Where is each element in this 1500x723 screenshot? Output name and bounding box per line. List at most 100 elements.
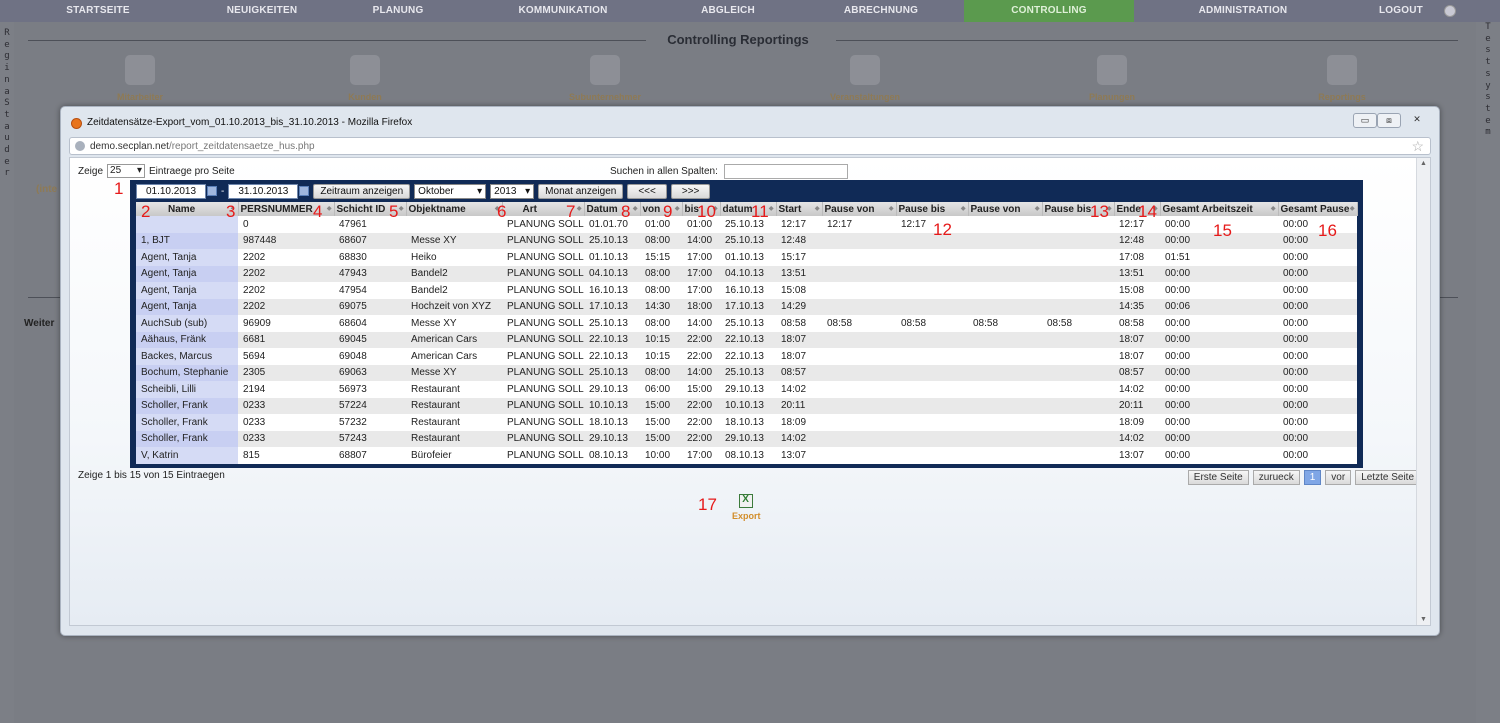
table-cell (968, 430, 1042, 447)
table-row[interactable]: Bochum, Stephanie 2305 69063 Messe XY PLANUN… (136, 364, 1357, 381)
column-header[interactable]: Datum ◆ (584, 202, 641, 216)
table-row[interactable]: V, Katrin 815 68807 Bürofeier PLANUNG SOLL 08… (136, 447, 1357, 464)
vertical-scrollbar[interactable]: ▲ ▼ (1416, 158, 1430, 625)
table-cell: Hochzeit von XYZ (406, 298, 502, 315)
sort-icon[interactable]: ◆ (815, 205, 820, 212)
nav-item-neuigkeiten[interactable]: NEUIGKEITEN (196, 0, 328, 22)
table-cell: PLANUNG SOLL (502, 414, 584, 431)
sort-icon[interactable]: ◆ (633, 205, 638, 212)
column-header[interactable]: Objektname ◆ (406, 202, 503, 216)
table-row[interactable]: Agent, Tanja 2202 47954 Bandel2 PLANUNG SOLL… (136, 282, 1357, 299)
sort-icon[interactable]: ◆ (399, 205, 404, 212)
sort-icon[interactable]: ◆ (1035, 205, 1040, 212)
table-row[interactable]: 1, BJT 987448 68607 Messe XY PLANUNG SOLL 25.… (136, 232, 1357, 249)
nav-item-administration[interactable]: ADMINISTRATION (1134, 0, 1352, 22)
globe-icon[interactable] (1444, 5, 1456, 17)
table-cell: 2202 (238, 265, 334, 282)
scroll-down-icon[interactable]: ▼ (1420, 616, 1427, 623)
calendar-icon[interactable] (207, 186, 217, 196)
nav-item-kommunikation[interactable]: KOMMUNIKATION (468, 0, 658, 22)
sort-icon[interactable]: ◆ (889, 205, 894, 212)
search-input[interactable] (723, 164, 848, 179)
table-cell: Bandel2 (406, 265, 502, 282)
nav-item-startseite[interactable]: STARTSEITE (0, 0, 196, 22)
export-action[interactable]: Export (732, 494, 761, 521)
scroll-up-icon[interactable]: ▲ (1420, 160, 1427, 167)
table-cell: 25.10.13 (720, 364, 776, 381)
background-kunden-icon (350, 55, 380, 85)
sort-icon[interactable]: ◆ (675, 205, 680, 212)
site-identity-icon[interactable] (75, 141, 85, 151)
next-page-button[interactable]: vor (1325, 470, 1352, 485)
table-row[interactable]: Agent, Tanja 2202 69075 Hochzeit von XYZ PLA… (136, 298, 1357, 315)
background-planungen-icon (1097, 55, 1127, 85)
sort-icon[interactable]: ◆ (1350, 205, 1355, 212)
table-cell: 00:00 (1160, 348, 1278, 365)
excel-export-icon[interactable] (739, 494, 754, 508)
table-row[interactable]: Scholler, Frank 0233 57243 Restaurant PLANUN… (136, 430, 1357, 447)
nav-item-controlling[interactable]: CONTROLLING (964, 0, 1134, 22)
first-page-button[interactable]: Erste Seite (1187, 470, 1249, 485)
column-header[interactable]: Start ◆ (776, 202, 823, 216)
column-header[interactable]: Name ▲ (136, 202, 239, 216)
weiter-link[interactable]: Weiter (24, 318, 54, 329)
year-select[interactable]: 2013 (490, 183, 535, 199)
show-month-button[interactable]: Monat anzeigen (538, 183, 624, 199)
background-subunternehmer-label: Subunternehmer (568, 92, 641, 102)
nav-item-abgleich[interactable]: ABGLEICH (658, 0, 798, 22)
nav-item-abrechnung[interactable]: ABRECHNUNG (798, 0, 964, 22)
nav-item-logout[interactable]: LOGOUT (1352, 0, 1450, 22)
calendar-icon[interactable] (299, 186, 310, 196)
nav-item-planung[interactable]: PLANUNG (328, 0, 468, 22)
table-cell: Scholler, Frank (136, 414, 238, 431)
top-navigation: STARTSEITE NEUIGKEITEN PLANUNG KOMMUNIKATIO… (0, 0, 1500, 22)
next-period-button[interactable]: >>> (670, 183, 711, 199)
table-row[interactable]: AuchSub (sub) 96909 68604 Messe XY PLANUNG S… (136, 315, 1357, 332)
page-length-select[interactable]: 25 (107, 164, 146, 178)
table-cell: 00:00 (1278, 265, 1357, 282)
column-header[interactable]: Pause bis ◆ (896, 202, 969, 216)
table-cell: PLANUNG SOLL (502, 282, 584, 299)
column-header[interactable]: Pause von ◆ (968, 202, 1043, 216)
table-cell: 08:58 (822, 315, 896, 332)
column-header[interactable]: Gesamt Pause ◆ (1278, 202, 1358, 216)
previous-page-button[interactable]: zurueck (1252, 470, 1300, 485)
column-header[interactable]: Pause von ◆ (822, 202, 897, 216)
table-row[interactable]: Scholler, Frank 0233 57232 Restaurant PLANUN… (136, 414, 1357, 431)
sort-icon[interactable]: ◆ (577, 205, 582, 212)
sort-icon[interactable]: ◆ (961, 205, 966, 212)
close-button[interactable]: ✕ (1403, 113, 1431, 128)
show-range-button[interactable]: Zeitraum anzeigen (313, 183, 411, 199)
export-label[interactable]: Export (732, 511, 761, 521)
month-select[interactable]: Oktober (414, 183, 487, 199)
table-cell: 13:07 (1114, 447, 1160, 464)
bookmark-star-icon[interactable]: ☆ (1411, 138, 1424, 155)
maximize-button[interactable]: ⧈ (1377, 113, 1401, 128)
table-cell: 17.10.13 (584, 298, 640, 315)
last-page-button[interactable]: Letzte Seite (1355, 470, 1420, 485)
table-cell: 15:15 (640, 249, 682, 266)
sort-icon[interactable]: ◆ (327, 205, 332, 212)
table-row[interactable]: Backes, Marcus 5694 69048 American Cars PLAN… (136, 348, 1357, 365)
date-from-input[interactable]: 01.10.2013 (136, 183, 206, 199)
previous-period-button[interactable]: <<< (627, 183, 667, 199)
table-cell: PLANUNG SOLL (502, 298, 584, 315)
sort-icon[interactable]: ◆ (1271, 205, 1276, 212)
page-1-button[interactable]: 1 (1303, 470, 1322, 485)
table-cell: 25.10.13 (584, 315, 640, 332)
table-cell: Bandel2 (406, 282, 502, 299)
table-row[interactable]: Agent, Tanja 2202 68830 Heiko PLANUNG SOLL 01… (136, 249, 1357, 266)
column-header[interactable]: von ◆ (640, 202, 683, 216)
column-header[interactable]: Gesamt Arbeitszeit ◆ (1160, 202, 1279, 216)
table-row[interactable]: Aähaus, Fränk 6681 69045 American Cars PLANU… (136, 331, 1357, 348)
url-bar[interactable]: demo.secplan.net/report_zeitdatensaetze_… (69, 137, 1431, 155)
date-to-input[interactable]: 31.10.2013 (228, 183, 299, 199)
table-cell: 10:15 (640, 331, 682, 348)
sort-icon[interactable]: ◆ (769, 205, 774, 212)
table-row[interactable]: Scholler, Frank 0233 57224 Restaurant PLANUN… (136, 397, 1357, 414)
minimize-button[interactable]: ▭ (1353, 113, 1377, 128)
table-row[interactable]: Agent, Tanja 2202 47943 Bandel2 PLANUNG SOLL… (136, 265, 1357, 282)
table-cell (1042, 364, 1114, 381)
table-cell: 12:48 (776, 232, 822, 249)
table-row[interactable]: Scheibli, Lilli 2194 56973 Restaurant PLANUN… (136, 381, 1357, 398)
